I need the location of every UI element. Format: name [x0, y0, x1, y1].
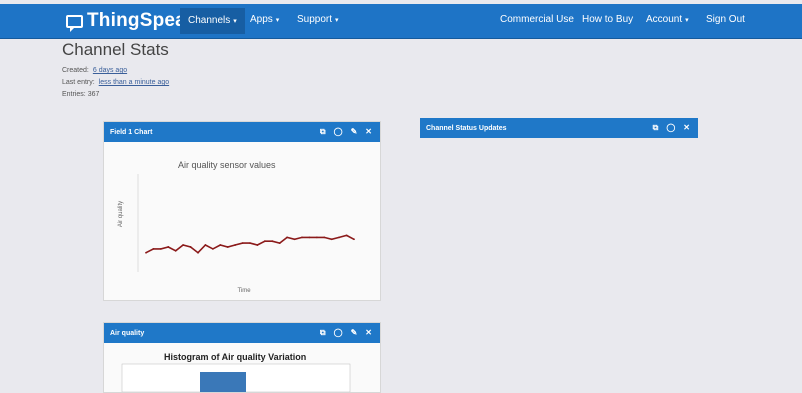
- data-point: [353, 238, 355, 241]
- nav-account-label: Account: [646, 14, 683, 25]
- data-point: [226, 246, 229, 248]
- top-navbar: ThingSpeak ™ Channels▾ Apps▾ Support▾ Co…: [0, 4, 802, 39]
- entries-row: Entries: 367: [62, 91, 99, 98]
- status-panel-tools: ⧉ ◯ ✕: [653, 123, 690, 133]
- comment-icon[interactable]: ◯: [334, 127, 343, 137]
- data-point: [271, 240, 274, 243]
- data-point: [197, 251, 199, 254]
- airquality-panel-header: Air quality ⧉ ◯ ✎ ✕: [104, 323, 380, 343]
- nav-support[interactable]: Support ▾: [297, 14, 339, 25]
- data-point: [315, 236, 318, 239]
- data-point: [345, 234, 348, 237]
- data-point: [152, 247, 155, 250]
- x-axis-label: Time: [237, 288, 251, 294]
- entries-value: 367: [87, 91, 100, 98]
- nav-account[interactable]: Account ▾: [646, 14, 689, 25]
- data-point: [301, 236, 303, 239]
- nav-apps-label: Apps: [250, 14, 273, 25]
- data-point: [241, 242, 244, 245]
- edit-icon[interactable]: ✎: [351, 127, 358, 137]
- popout-icon[interactable]: ⧉: [653, 123, 659, 133]
- data-point: [189, 246, 192, 248]
- nav-how-to-buy[interactable]: How to Buy: [582, 14, 633, 25]
- close-icon[interactable]: ✕: [683, 123, 690, 133]
- data-point: [145, 251, 147, 254]
- data-point: [167, 246, 170, 248]
- nav-support-label: Support: [297, 14, 333, 25]
- nav-commercial-use-label: Commercial Use: [500, 14, 574, 25]
- field1-panel-header: Field 1 Chart ⧉ ◯ ✎ ✕: [104, 122, 380, 142]
- data-point: [249, 242, 251, 245]
- status-panel-header: Channel Status Updates ⧉ ◯ ✕: [420, 118, 698, 138]
- histogram-bar: [200, 372, 246, 392]
- nav-commercial-use[interactable]: Commercial Use: [500, 14, 574, 25]
- data-point: [174, 249, 177, 252]
- last-entry-row: Last entry: less than a minute ago: [62, 79, 169, 86]
- data-point: [263, 240, 266, 243]
- chevron-down-icon: ▾: [685, 17, 689, 24]
- close-icon[interactable]: ✕: [365, 328, 372, 338]
- nav-sign-out-label: Sign Out: [706, 14, 745, 25]
- data-point: [204, 244, 207, 246]
- popout-icon[interactable]: ⧉: [320, 127, 326, 137]
- data-point: [286, 236, 289, 239]
- created-link[interactable]: 6 days ago: [93, 67, 127, 74]
- page-title: Channel Stats: [62, 40, 169, 59]
- nav-apps[interactable]: Apps ▾: [250, 14, 279, 25]
- data-point: [293, 238, 296, 241]
- close-icon[interactable]: ✕: [365, 127, 372, 137]
- status-panel-title: Channel Status Updates: [426, 124, 507, 132]
- status-updates-panel: Channel Status Updates ⧉ ◯ ✕: [420, 118, 698, 318]
- data-point: [338, 236, 341, 239]
- edit-icon[interactable]: ✎: [351, 328, 358, 338]
- comment-icon[interactable]: ◯: [334, 328, 343, 338]
- data-point: [323, 236, 326, 239]
- data-point: [182, 244, 185, 246]
- data-point: [219, 244, 222, 246]
- y-axis-label: Air quality: [118, 201, 124, 227]
- data-point: [278, 242, 281, 245]
- series-line: [145, 234, 355, 254]
- chevron-down-icon: ▾: [275, 17, 280, 24]
- chevron-down-icon: ▾: [335, 17, 339, 24]
- data-point: [234, 244, 237, 246]
- comment-icon[interactable]: ◯: [666, 123, 675, 133]
- nav-how-to-buy-label: How to Buy: [582, 14, 634, 25]
- field1-chart-panel: Field 1 Chart ⧉ ◯ ✎ ✕ Air quality sensor…: [103, 121, 381, 301]
- data-point: [211, 247, 214, 250]
- chevron-down-icon: ▾: [233, 18, 237, 25]
- chat-bubble-icon: [66, 14, 83, 32]
- field1-panel-title: Field 1 Chart: [110, 128, 153, 136]
- nav-channels[interactable]: Channels ▾: [180, 8, 245, 34]
- created-label: Created:: [62, 67, 89, 74]
- created-row: Created: 6 days ago: [62, 67, 127, 74]
- airquality-panel-title: Air quality: [110, 329, 145, 337]
- data-point: [159, 247, 162, 250]
- data-point: [330, 238, 333, 241]
- airquality-panel-tools: ⧉ ◯ ✎ ✕: [320, 328, 372, 338]
- nav-channels-label: Channels: [188, 15, 231, 26]
- nav-sign-out[interactable]: Sign Out: [706, 14, 745, 25]
- data-point: [256, 244, 259, 246]
- field1-panel-tools: ⧉ ◯ ✎ ✕: [320, 127, 372, 137]
- air-quality-line-chart: Air quality Time: [118, 174, 355, 294]
- air-quality-panel: Air quality ⧉ ◯ ✎ ✕ Histogram of Air qua…: [103, 322, 381, 393]
- data-point: [308, 236, 311, 239]
- popout-icon[interactable]: ⧉: [320, 328, 326, 338]
- histogram-chart: [121, 363, 351, 392]
- entries-label: Entries:: [62, 91, 86, 98]
- last-entry-link[interactable]: less than a minute ago: [99, 79, 169, 86]
- last-entry-label: Last entry:: [62, 79, 95, 86]
